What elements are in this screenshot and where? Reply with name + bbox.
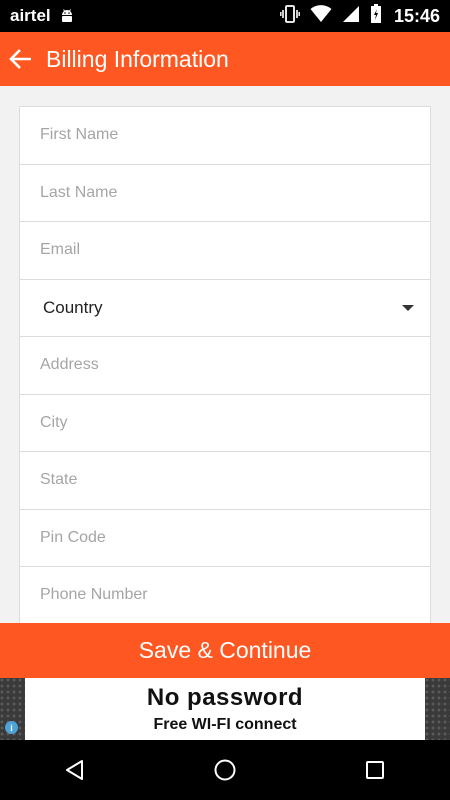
home-circle-icon[interactable] [195,745,255,795]
battery-icon [370,3,382,29]
ad-headline: No password [146,684,304,711]
signal-icon [342,5,360,28]
form-area[interactable]: First Name Last Name Email Country Addre… [0,86,450,623]
address-field[interactable]: Address [20,337,430,395]
page-title: Billing Information [46,45,229,72]
back-triangle-icon[interactable] [45,745,105,795]
last-name-field[interactable]: Last Name [20,165,430,222]
carrier-name: airtel [10,6,51,25]
country-dropdown[interactable]: Country [20,280,430,337]
ad-info-icon[interactable]: i [5,721,18,734]
vibrate-icon [280,4,300,28]
recents-square-icon[interactable] [345,745,405,795]
ad-subline: Free WI-FI connect [153,716,297,733]
navigation-bar [0,740,450,800]
status-bar: airtel 15:46 [0,0,450,32]
ad-pattern-right [425,678,450,740]
clock: 15:46 [393,5,440,26]
app-bar: Billing Information [0,32,450,86]
email-field[interactable]: Email [20,222,430,280]
state-field[interactable]: State [20,452,430,510]
back-arrow-icon[interactable] [8,47,32,71]
ad-content[interactable]: No password Free WI-FI connect [25,678,425,740]
city-field[interactable]: City [20,395,430,452]
country-dropdown-value: Country [43,297,103,317]
pin-code-field[interactable]: Pin Code [20,510,430,567]
first-name-field[interactable]: First Name [20,107,430,165]
save-continue-button[interactable]: Save & Continue [0,623,450,678]
wifi-icon [310,4,332,28]
ad-banner[interactable]: No password Free WI-FI connect i [0,678,450,740]
billing-form: First Name Last Name Email Country Addre… [19,106,431,623]
dropdown-caret-icon [402,304,414,311]
phone-number-field[interactable]: Phone Number [20,567,430,623]
android-icon [59,8,75,24]
